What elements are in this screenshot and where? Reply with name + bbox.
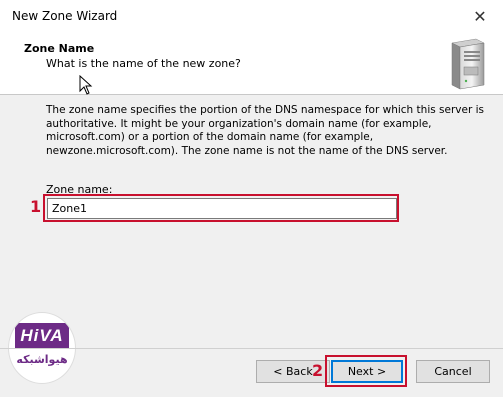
mouse-cursor-icon bbox=[79, 75, 93, 95]
close-button[interactable]: ✕ bbox=[457, 0, 503, 32]
step-marker-1: 1 bbox=[30, 197, 42, 216]
input-highlight-box bbox=[43, 194, 399, 222]
step-marker-2: 2 bbox=[312, 361, 324, 380]
page-subtitle: What is the name of the new zone? bbox=[46, 57, 241, 70]
title-bar: New Zone Wizard ✕ bbox=[0, 0, 503, 32]
logo-mark: HiVA bbox=[15, 323, 69, 349]
logo-text: هیواشبکه bbox=[16, 353, 68, 366]
server-icon bbox=[451, 38, 485, 90]
window-title: New Zone Wizard bbox=[12, 9, 118, 23]
close-icon: ✕ bbox=[473, 6, 487, 26]
cancel-button[interactable]: Cancel bbox=[416, 360, 490, 383]
next-highlight-box bbox=[325, 355, 407, 387]
wizard-header: Zone Name What is the name of the new zo… bbox=[0, 32, 503, 95]
zone-description: The zone name specifies the portion of t… bbox=[46, 104, 485, 157]
page-title: Zone Name bbox=[24, 42, 95, 55]
footer-divider bbox=[0, 348, 503, 349]
